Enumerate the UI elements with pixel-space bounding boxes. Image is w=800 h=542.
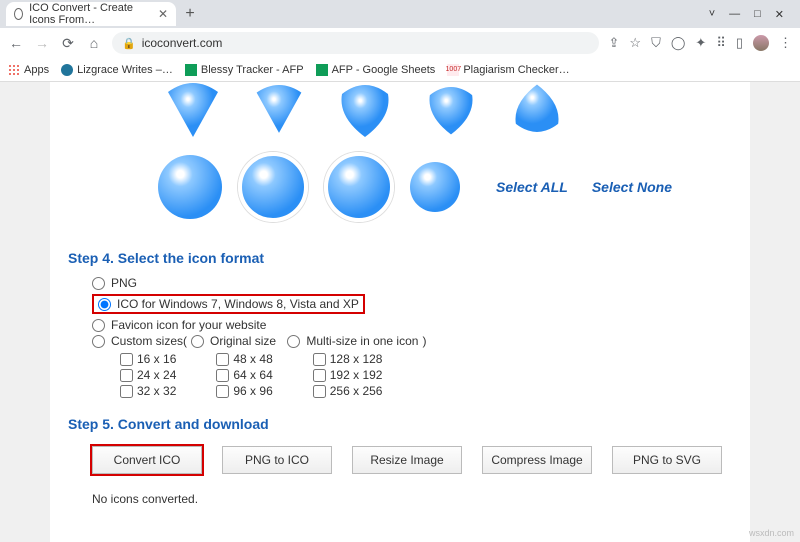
- bookmark-lizgrace[interactable]: Lizgrace Writes –…: [61, 64, 173, 76]
- style-circle-4[interactable]: [410, 162, 460, 212]
- size-96[interactable]: 96 x 96: [216, 384, 272, 398]
- style-tear-1[interactable]: [158, 82, 228, 142]
- maximize-button[interactable]: □: [754, 8, 761, 21]
- bookmark-afp[interactable]: AFP - Google Sheets: [316, 64, 436, 76]
- size-256[interactable]: 256 x 256: [313, 384, 383, 398]
- cast-icon[interactable]: ⠿: [716, 35, 726, 51]
- browser-tab[interactable]: ICO Convert - Create Icons From… ✕: [6, 2, 176, 26]
- star-icon[interactable]: ☆: [629, 35, 641, 51]
- conversion-status: No icons converted.: [92, 492, 732, 506]
- bookmark-plagiarism[interactable]: 1007Plagiarism Checker…: [447, 64, 569, 76]
- share-icon[interactable]: ⇪: [609, 35, 620, 51]
- size-16[interactable]: 16 x 16: [120, 352, 176, 366]
- menu-icon[interactable]: ⋮: [779, 35, 792, 51]
- select-all-link[interactable]: Select ALL: [496, 179, 568, 195]
- compress-image-button[interactable]: Compress Image: [482, 446, 592, 474]
- url-input[interactable]: 🔒 icoconvert.com: [112, 32, 599, 54]
- option-favicon[interactable]: Favicon icon for your website: [92, 318, 732, 332]
- option-custom[interactable]: Custom sizes( Original size Multi-size i…: [92, 334, 732, 348]
- size-48[interactable]: 48 x 48: [216, 352, 272, 366]
- style-row-circles: Select ALL Select None: [158, 152, 732, 222]
- style-circle-2[interactable]: [238, 152, 308, 222]
- bookmarks-bar: Apps Lizgrace Writes –… Blessy Tracker -…: [0, 58, 800, 82]
- style-tear-5[interactable]: [502, 82, 572, 142]
- size-24[interactable]: 24 x 24: [120, 368, 176, 382]
- size-grid: 16 x 16 24 x 24 32 x 32 48 x 48 64 x 64 …: [120, 352, 732, 398]
- png-to-svg-button[interactable]: PNG to SVG: [612, 446, 722, 474]
- apps-button[interactable]: Apps: [8, 64, 49, 76]
- size-128[interactable]: 128 x 128: [313, 352, 383, 366]
- option-ico-highlighted[interactable]: ICO for Windows 7, Windows 8, Vista and …: [92, 294, 365, 314]
- size-32[interactable]: 32 x 32: [120, 384, 176, 398]
- select-none-link[interactable]: Select None: [592, 179, 672, 195]
- panel-icon[interactable]: ▯: [736, 35, 743, 51]
- size-192[interactable]: 192 x 192: [313, 368, 383, 382]
- close-window-button[interactable]: ✕: [775, 8, 784, 21]
- close-tab-icon[interactable]: ✕: [158, 7, 168, 21]
- reload-icon[interactable]: ⟳: [60, 35, 76, 52]
- back-icon[interactable]: ←: [8, 35, 24, 51]
- forward-icon[interactable]: →: [34, 35, 50, 51]
- home-icon[interactable]: ⌂: [86, 35, 102, 51]
- minimize-button[interactable]: —: [729, 8, 740, 21]
- avatar[interactable]: [753, 35, 769, 51]
- bookmark-blessy[interactable]: Blessy Tracker - AFP: [185, 64, 304, 76]
- step5-heading: Step 5. Convert and download: [68, 416, 732, 432]
- step4-heading: Step 4. Select the icon format: [68, 250, 732, 266]
- style-tear-2[interactable]: [244, 82, 314, 142]
- style-circle-3[interactable]: [324, 152, 394, 222]
- globe-icon: [14, 8, 23, 20]
- watermark: wsxdn.com: [749, 528, 794, 538]
- url-text: icoconvert.com: [142, 36, 223, 50]
- new-tab-button[interactable]: +: [180, 4, 200, 24]
- lock-icon: 🔒: [122, 37, 136, 50]
- style-circle-1[interactable]: [158, 155, 222, 219]
- style-tear-4[interactable]: [416, 82, 486, 142]
- address-bar: ← → ⟳ ⌂ 🔒 icoconvert.com ⇪ ☆ ⛉ ◯ ✦ ⠿ ▯ ⋮: [0, 28, 800, 58]
- shield-icon[interactable]: ⛉: [651, 35, 661, 51]
- drop-icon[interactable]: ˅: [709, 8, 715, 21]
- plagiarism-icon: 1007: [447, 64, 459, 76]
- style-tear-3[interactable]: [330, 82, 400, 142]
- wordpress-icon: [61, 64, 73, 76]
- tab-bar: ICO Convert - Create Icons From… ✕ + ˅ —…: [0, 0, 800, 28]
- tab-title: ICO Convert - Create Icons From…: [29, 2, 152, 26]
- size-64[interactable]: 64 x 64: [216, 368, 272, 382]
- style-row-tears: [158, 82, 732, 142]
- convert-button-row: Convert ICO PNG to ICO Resize Image Comp…: [92, 446, 732, 474]
- convert-ico-button[interactable]: Convert ICO: [92, 446, 202, 474]
- circle-icon[interactable]: ◯: [671, 35, 686, 51]
- extensions-icon[interactable]: ✦: [695, 35, 706, 51]
- sheets-icon: [316, 64, 328, 76]
- resize-image-button[interactable]: Resize Image: [352, 446, 462, 474]
- option-png[interactable]: PNG: [92, 276, 732, 290]
- png-to-ico-button[interactable]: PNG to ICO: [222, 446, 332, 474]
- sheets-icon: [185, 64, 197, 76]
- apps-icon: [8, 64, 20, 76]
